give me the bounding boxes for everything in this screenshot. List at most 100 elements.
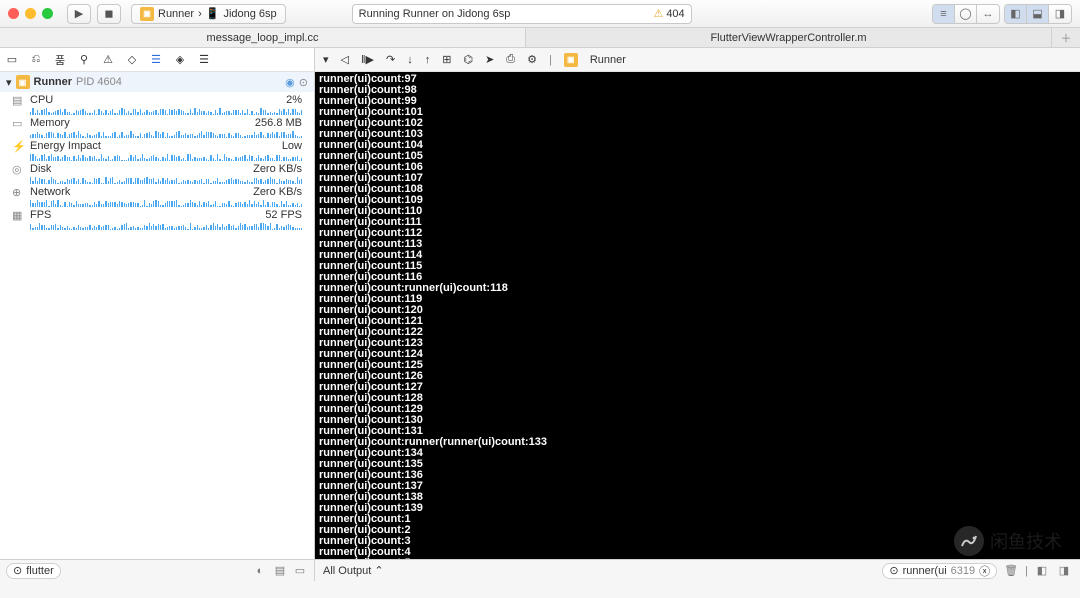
console-output[interactable]: runner(ui)count:97 runner(ui)count:98 ru… bbox=[315, 72, 1080, 559]
bottom-panel-toggle-icon[interactable]: ⬓ bbox=[1027, 5, 1049, 23]
standard-editor-icon[interactable]: ≡ bbox=[933, 5, 955, 23]
debug-toolbar: ▾ ◁ ‖▶ ↷ ↓ ↑ ⊞ ⌬ ➤ ⎙ ⚙ | ▣ Runner bbox=[315, 48, 1080, 72]
breakpoint-icon[interactable]: ◈ bbox=[172, 53, 188, 66]
console-view-icon[interactable]: ◨ bbox=[1056, 563, 1072, 579]
filter-icon: ⊙ bbox=[13, 564, 22, 577]
debug-view-icon[interactable]: ⊞ bbox=[442, 53, 451, 66]
continue-icon[interactable]: ‖▶ bbox=[361, 53, 374, 66]
zoom-window[interactable] bbox=[42, 8, 53, 19]
debug-navigator: ▭ ⎌ 품 ⚲ ⚠ ◇ ☰ ◈ ☰ ▾ ▣ Runner PID 4604 ◉ … bbox=[0, 48, 315, 559]
step-over-icon[interactable]: ↷ bbox=[386, 53, 395, 66]
output-chevron-icon: ⌃ bbox=[371, 564, 383, 577]
navigator-selector[interactable]: ▭ ⎌ 품 ⚲ ⚠ ◇ ☰ ◈ ☰ bbox=[0, 48, 314, 72]
gauge-label: Energy Impact bbox=[30, 140, 101, 152]
tab-left[interactable]: message_loop_impl.cc bbox=[0, 28, 526, 47]
output-mode-label: All Output bbox=[323, 565, 371, 577]
filter-scope-icon[interactable]: ▭ bbox=[292, 563, 308, 579]
override-icon[interactable]: ⚙ bbox=[527, 53, 537, 66]
gauge-label: Network bbox=[30, 186, 70, 198]
filter-views-icon[interactable]: ▤ bbox=[272, 563, 288, 579]
filter-clear-icon[interactable]: ◐ bbox=[252, 563, 268, 579]
editor-mode-segment[interactable]: ≡ ◯ ↔ bbox=[932, 4, 1000, 24]
gauge-disk[interactable]: ◎DiskZero KB/s bbox=[0, 161, 314, 184]
right-toolbar: ≡ ◯ ↔ ◧ ⬓ ◨ bbox=[932, 4, 1072, 24]
stop-button[interactable]: ◼ bbox=[97, 4, 121, 24]
gauge-network[interactable]: ⊕NetworkZero KB/s bbox=[0, 184, 314, 207]
watermark-text: 闲鱼技术 bbox=[990, 528, 1062, 554]
step-out-icon[interactable]: ↑ bbox=[425, 54, 431, 66]
clear-filter-icon[interactable]: ⓧ bbox=[979, 563, 990, 579]
scheme-name: Runner bbox=[158, 8, 194, 20]
variables-view-icon[interactable]: ◧ bbox=[1034, 563, 1050, 579]
warning-badge[interactable]: ⚠ 404 bbox=[653, 7, 684, 20]
add-tab-button[interactable]: ＋ bbox=[1052, 28, 1080, 47]
gauge-value: 256.8 MB bbox=[255, 117, 302, 129]
status-text: Running Runner on Jidong 6sp bbox=[359, 8, 511, 20]
trash-icon[interactable]: 🗑 bbox=[1003, 563, 1019, 579]
source-control-icon[interactable]: ⎌ bbox=[28, 53, 44, 66]
gauge-label: Memory bbox=[30, 117, 70, 129]
left-panel-toggle-icon[interactable]: ◧ bbox=[1005, 5, 1027, 23]
disclosure-icon[interactable]: ▾ bbox=[6, 76, 12, 89]
step-into-icon[interactable]: ↓ bbox=[407, 54, 413, 66]
device-icon: 📱 bbox=[206, 7, 220, 20]
find-icon[interactable]: ⚲ bbox=[76, 53, 92, 66]
output-selector[interactable]: All Output ⌃ bbox=[315, 564, 874, 577]
symbol-icon[interactable]: 품 bbox=[52, 52, 68, 68]
gauge-memory[interactable]: ▭ Memory 256.8 MB bbox=[0, 115, 314, 138]
debug-icon[interactable]: ☰ bbox=[148, 53, 164, 66]
panel-toggle-segment[interactable]: ◧ ⬓ ◨ bbox=[1004, 4, 1072, 24]
console-filter-text: runner(ui bbox=[903, 565, 947, 577]
left-filter[interactable]: ⊙ flutter bbox=[6, 563, 61, 579]
warning-icon: ⚠ bbox=[653, 7, 663, 20]
console-filter[interactable]: ⊙ runner(ui 6319 ⓧ bbox=[882, 563, 997, 579]
gauge-label: FPS bbox=[30, 209, 51, 221]
hide-debug-icon[interactable]: ▾ bbox=[323, 53, 329, 66]
left-filter-text: flutter bbox=[26, 565, 54, 577]
close-window[interactable] bbox=[8, 8, 19, 19]
gauge-fps[interactable]: ▦FPS52 FPS bbox=[0, 207, 314, 230]
process-name: Runner bbox=[34, 76, 73, 88]
gauge-cpu[interactable]: ▤CPU2% bbox=[0, 92, 314, 115]
gauge-value: Zero KB/s bbox=[253, 163, 302, 175]
gauge-label: CPU bbox=[30, 94, 53, 106]
cpu-icon: ▤ bbox=[12, 94, 26, 107]
right-panel-toggle-icon[interactable]: ◨ bbox=[1049, 5, 1071, 23]
folder-icon[interactable]: ▭ bbox=[4, 53, 20, 66]
location-icon[interactable]: ➤ bbox=[485, 53, 494, 66]
search-icon: ⊙ bbox=[889, 564, 898, 577]
version-editor-icon[interactable]: ↔ bbox=[977, 5, 999, 23]
tab-right[interactable]: FlutterViewWrapperController.m bbox=[526, 28, 1052, 47]
gauge-energy-impact[interactable]: ⚡Energy ImpactLow bbox=[0, 138, 314, 161]
screenshot-icon[interactable]: ⎙ bbox=[506, 53, 515, 66]
debug-target-icon: ▣ bbox=[564, 53, 578, 67]
gauge-icon[interactable]: ◉ bbox=[285, 76, 295, 89]
memory-graph-icon[interactable]: ⌬ bbox=[463, 53, 473, 66]
assistant-editor-icon[interactable]: ◯ bbox=[955, 5, 977, 23]
memory-icon: ▭ bbox=[12, 117, 26, 130]
issue-icon[interactable]: ⚠ bbox=[100, 53, 116, 66]
gauge-label: Disk bbox=[30, 163, 51, 175]
scheme-selector[interactable]: ▣ Runner › 📱 Jidong 6sp bbox=[131, 4, 286, 24]
breakpoints-toggle-icon[interactable]: ◁ bbox=[341, 53, 349, 66]
device-name: Jidong 6sp bbox=[223, 8, 276, 20]
watermark: 闲鱼技术 bbox=[954, 526, 1062, 556]
warning-count: 404 bbox=[666, 8, 684, 20]
window-controls bbox=[8, 8, 53, 19]
report-icon[interactable]: ☰ bbox=[196, 53, 212, 66]
tab-right-label: FlutterViewWrapperController.m bbox=[710, 32, 866, 44]
gauge-value: Low bbox=[282, 140, 302, 152]
gauge-value: 52 FPS bbox=[265, 209, 302, 221]
activity-status: Running Runner on Jidong 6sp ⚠ 404 bbox=[352, 4, 692, 24]
process-header[interactable]: ▾ ▣ Runner PID 4604 ◉ ⊙ bbox=[0, 72, 314, 92]
debug-target: Runner bbox=[590, 54, 626, 66]
run-button[interactable]: ▶ bbox=[67, 4, 91, 24]
gauge-list: ▤CPU2%▭Memory256.8 MB⚡Energy ImpactLow◎D… bbox=[0, 92, 314, 559]
app-icon: ▣ bbox=[140, 7, 154, 21]
gauge-menu-icon[interactable]: ⊙ bbox=[299, 76, 308, 89]
process-pid: PID 4604 bbox=[76, 76, 122, 88]
tab-bar: message_loop_impl.cc FlutterViewWrapperC… bbox=[0, 28, 1080, 48]
test-icon[interactable]: ◇ bbox=[124, 53, 140, 66]
minimize-window[interactable] bbox=[25, 8, 36, 19]
main-toolbar: ▶ ◼ ▣ Runner › 📱 Jidong 6sp Running Runn… bbox=[0, 0, 1080, 28]
